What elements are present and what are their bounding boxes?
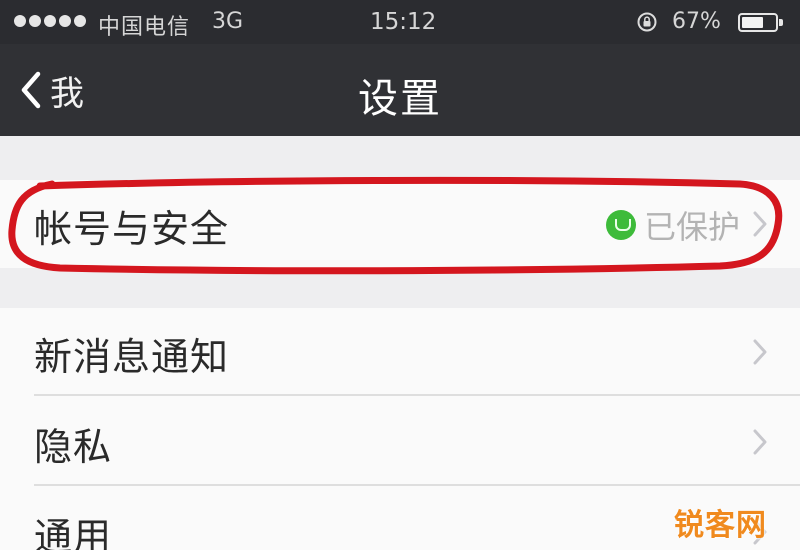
settings-item-new-message-notification[interactable]: 新消息通知 [0, 308, 800, 396]
chevron-right-icon [753, 429, 767, 455]
divider [34, 484, 800, 486]
chevron-right-icon [753, 339, 767, 365]
site-watermark: 锐客网 [674, 508, 767, 543]
settings-item-label: 新消息通知 [34, 335, 230, 379]
account-group: 帐号与安全 已保护 [0, 180, 800, 268]
settings-item-label: 隐私 [34, 425, 113, 469]
settings-item-label: 通用 [34, 515, 113, 550]
network-type: 3G [212, 9, 244, 34]
settings-item-privacy[interactable]: 隐私 [0, 398, 800, 486]
carrier-name: 中国电信 [98, 15, 191, 40]
protection-status: 已保护 [605, 202, 740, 248]
screen: 中国电信 3G 15:12 67% 我 设置 帐号与安全 已保护 新消息通知 隐… [0, 0, 800, 550]
page-title: 设置 [358, 76, 442, 122]
shield-check-icon [605, 210, 636, 240]
protection-status-text: 已保护 [643, 208, 740, 246]
navigation-bar: 我 设置 [0, 44, 800, 136]
chevron-right-icon [753, 211, 767, 237]
battery-percent: 67% [672, 9, 721, 34]
battery-icon [738, 13, 783, 32]
rotation-lock-icon [637, 12, 657, 32]
settings-item-account-security[interactable]: 帐号与安全 已保护 [0, 180, 800, 268]
signal-dots-icon [14, 15, 86, 27]
settings-item-label: 帐号与安全 [34, 207, 230, 251]
clock: 15:12 [370, 9, 437, 35]
divider [34, 394, 800, 396]
status-bar: 中国电信 3G 15:12 67% [0, 0, 800, 44]
